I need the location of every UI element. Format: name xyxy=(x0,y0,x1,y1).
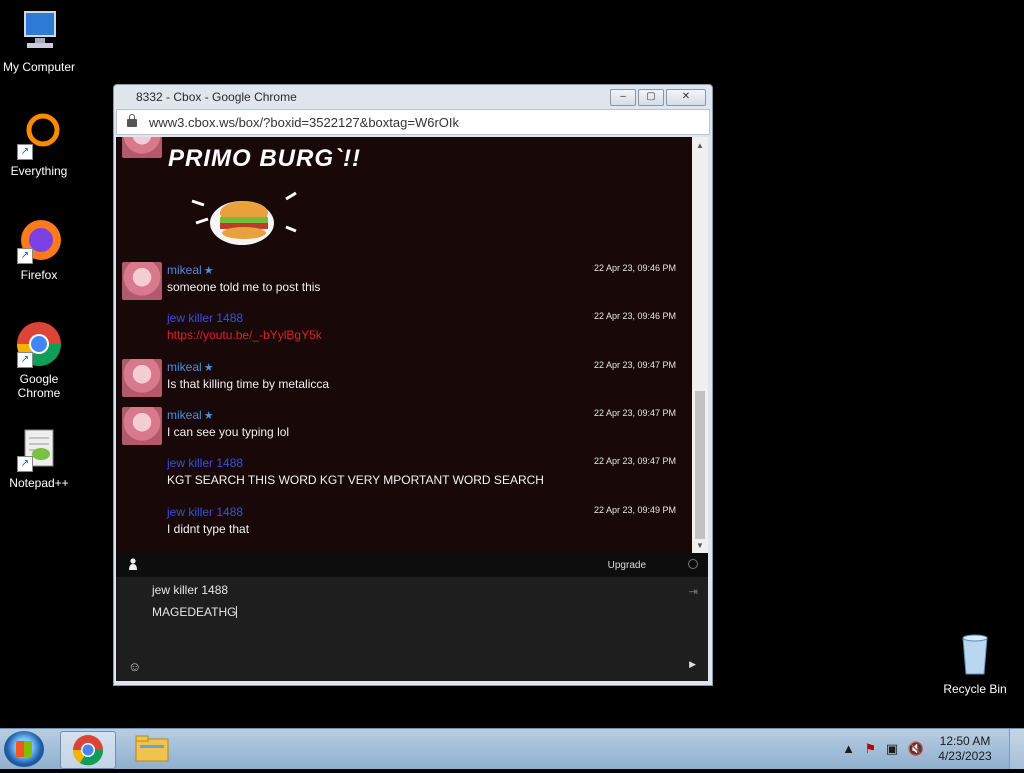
shortcut-arrow-icon: ↗ xyxy=(17,456,33,472)
taskbar-explorer-button[interactable] xyxy=(126,731,180,767)
message-username[interactable]: jew killer 1488 xyxy=(167,456,243,470)
everything-icon: ↗ xyxy=(15,112,63,160)
start-button[interactable] xyxy=(4,731,44,767)
maximize-button[interactable]: ▢ xyxy=(638,88,664,106)
desktop-icon-everything[interactable]: ↗ Everything xyxy=(0,112,78,178)
avatar xyxy=(122,359,162,397)
message-text: Is that killing time by metalicca xyxy=(167,377,330,391)
message-timestamp: 22 Apr 23, 09:47 PM xyxy=(593,360,676,370)
desktop-icon-label: Recycle Bin xyxy=(943,682,1007,696)
message-username[interactable]: mikeal ★ xyxy=(167,360,214,374)
cbox-content: PRIMO BURG`!! mikeal ★ 22 Apr 23, 09:46 P… xyxy=(116,137,708,681)
send-arrow-icon[interactable]: ▶ xyxy=(689,659,696,670)
desktop-icon-label: Everything xyxy=(10,164,68,178)
message-text: KGT SEARCH THIS WORD KGT VERY MPORTANT W… xyxy=(167,473,544,487)
user-bar: Upgrade xyxy=(116,553,708,577)
message-username[interactable]: mikeal ★ xyxy=(167,408,214,422)
show-hidden-icons-icon[interactable]: ▲ xyxy=(842,741,855,756)
action-center-flag-icon[interactable]: ⚑ xyxy=(865,741,877,756)
chat-message: mikeal ★ 22 Apr 23, 09:47 PM Is that kill… xyxy=(116,358,686,402)
clock-date: 4/23/2023 xyxy=(938,749,992,763)
image-message: PRIMO BURG`!! xyxy=(116,137,686,255)
scrollbar-thumb[interactable] xyxy=(695,391,705,539)
avatar xyxy=(122,407,162,445)
message-timestamp: 22 Apr 23, 09:47 PM xyxy=(593,408,676,418)
chat-message: jew killer 1488 22 Apr 23, 09:46 PM http… xyxy=(116,309,686,353)
window-titlebar[interactable]: 8332 - Cbox - Google Chrome ‒ ▢ ✕ xyxy=(114,85,712,109)
message-username[interactable]: jew killer 1488 xyxy=(167,505,243,519)
chat-message: jew killer 1488 22 Apr 23, 09:47 PM KGT … xyxy=(116,454,686,498)
close-button[interactable]: ✕ xyxy=(666,88,706,106)
logout-icon[interactable]: ⇥ xyxy=(689,585,698,598)
message-username[interactable]: mikeal ★ xyxy=(167,263,214,277)
desktop-icon-label: Google Chrome xyxy=(17,372,61,400)
message-timestamp: 22 Apr 23, 09:46 PM xyxy=(593,311,676,321)
recycle-bin-icon xyxy=(951,630,999,678)
compose-username[interactable]: jew killer 1488 xyxy=(152,583,228,597)
user-icon[interactable] xyxy=(128,558,138,570)
clock-time: 12:50 AM xyxy=(939,734,991,748)
primo-burg-image-text: PRIMO BURG`!! xyxy=(168,145,361,172)
chat-scrollbar[interactable]: ▲ ▼ xyxy=(692,137,708,553)
shortcut-arrow-icon: ↗ xyxy=(17,144,33,160)
url-text: www3.cbox.ws/box/?boxid=3522127&boxtag=W… xyxy=(149,114,460,130)
verified-star-icon: ★ xyxy=(203,410,214,422)
upgrade-link[interactable]: Upgrade xyxy=(608,560,646,571)
desktop-icon-label: My Computer xyxy=(2,60,76,74)
chrome-icon xyxy=(72,735,104,766)
emoji-icon[interactable]: ☺ xyxy=(128,659,141,674)
computer-icon xyxy=(15,8,63,56)
message-text: someone told me to post this xyxy=(167,280,321,294)
desktop-icon-notepadpp[interactable]: ↗ Notepad++ xyxy=(0,424,78,490)
window-title: 8332 - Cbox - Google Chrome xyxy=(136,90,297,104)
show-desktop-button[interactable] xyxy=(1009,729,1024,769)
clock[interactable]: 12:50 AM 4/23/2023 xyxy=(930,734,1000,764)
scroll-down-icon[interactable]: ▼ xyxy=(692,539,708,553)
chrome-icon: ↗ xyxy=(15,320,63,368)
desktop-icon-label: Firefox xyxy=(20,268,58,282)
desktop-icon-my-computer[interactable]: My Computer xyxy=(0,8,78,74)
desktop-icon-recycle-bin[interactable]: Recycle Bin xyxy=(936,630,1014,696)
desktop-icon-label: Notepad++ xyxy=(9,476,69,490)
scroll-up-icon[interactable]: ▲ xyxy=(692,139,708,153)
taskbar-chrome-button[interactable] xyxy=(60,731,116,769)
burger-image xyxy=(191,191,297,245)
message-timestamp: 22 Apr 23, 09:47 PM xyxy=(593,456,676,466)
message-link[interactable]: https://youtu.be/_-bYylBgY5k xyxy=(167,328,322,342)
firefox-icon: ↗ xyxy=(15,216,63,264)
network-icon[interactable]: ▣ xyxy=(886,741,898,756)
chat-messages: PRIMO BURG`!! mikeal ★ 22 Apr 23, 09:46 P… xyxy=(116,137,692,553)
status-ring-icon[interactable] xyxy=(688,559,698,569)
message-username[interactable]: jew killer 1488 xyxy=(167,311,243,325)
chrome-window: 8332 - Cbox - Google Chrome ‒ ▢ ✕ www3.c… xyxy=(113,84,713,686)
message-timestamp: 22 Apr 23, 09:46 PM xyxy=(593,263,676,273)
chat-message: jew killer 1488 22 Apr 23, 09:49 PM I di… xyxy=(116,503,686,547)
notepadpp-icon: ↗ xyxy=(15,424,63,472)
message-timestamp: 22 Apr 23, 09:49 PM xyxy=(593,505,676,515)
shortcut-arrow-icon: ↗ xyxy=(17,248,33,264)
message-input[interactable]: MAGEDEATHG xyxy=(152,605,238,619)
chat-message: mikeal ★ 22 Apr 23, 09:47 PM I can see yo… xyxy=(116,406,686,450)
tray-icons: ▲ ⚑ ▣ 🔇 xyxy=(842,741,924,757)
chat-message: mikeal ★ 22 Apr 23, 09:46 PM someone told… xyxy=(116,261,686,305)
minimize-button[interactable]: ‒ xyxy=(610,88,636,106)
taskbar: ▲ ⚑ ▣ 🔇 12:50 AM 4/23/2023 xyxy=(0,728,1024,769)
compose-area: jew killer 1488 ⇥ MAGEDEATHG ☺ ▶ xyxy=(116,577,708,681)
lock-icon xyxy=(127,114,137,127)
avatar xyxy=(122,137,162,158)
address-bar[interactable]: www3.cbox.ws/box/?boxid=3522127&boxtag=W… xyxy=(116,109,710,135)
message-text: I didnt type that xyxy=(167,522,250,536)
text-caret xyxy=(236,606,238,618)
message-text: I can see you typing lol xyxy=(167,425,290,439)
verified-star-icon: ★ xyxy=(203,265,214,277)
verified-star-icon: ★ xyxy=(203,362,214,374)
desktop-icon-google-chrome[interactable]: ↗ Google Chrome xyxy=(0,320,78,400)
shortcut-arrow-icon: ↗ xyxy=(17,352,33,368)
volume-muted-icon[interactable]: 🔇 xyxy=(908,741,924,756)
avatar xyxy=(122,262,162,300)
windows-logo-icon xyxy=(16,741,32,757)
folder-icon xyxy=(135,735,169,762)
desktop-icon-firefox[interactable]: ↗ Firefox xyxy=(0,216,78,282)
